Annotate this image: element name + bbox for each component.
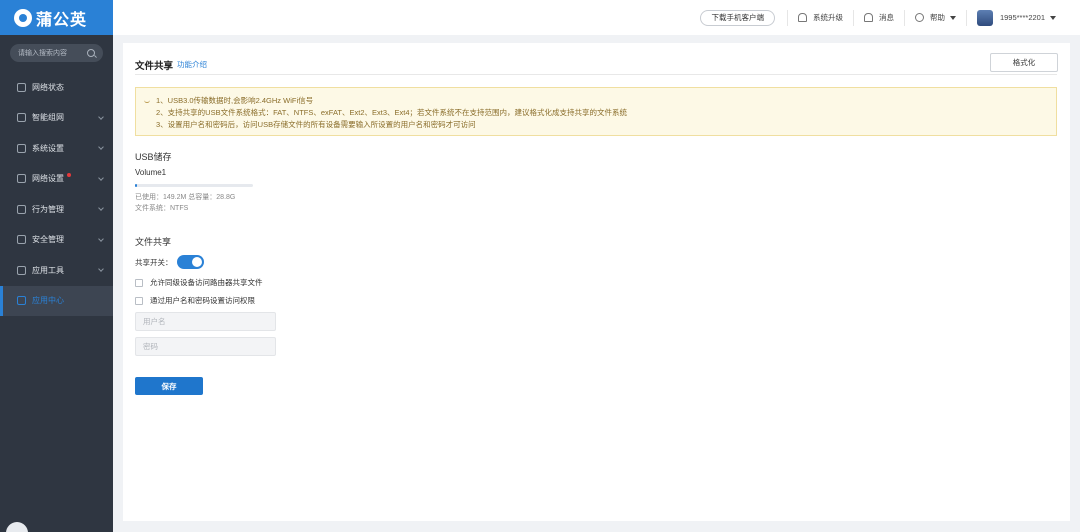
system-upgrade-button[interactable]: 系统升级: [786, 9, 853, 26]
volume-name: Volume1: [135, 168, 167, 177]
notice-line: 2、支持共享的USB文件系统格式：FAT、NTFS、exFAT、Ext2、Ext…: [156, 108, 628, 117]
filesystem-text: 文件系统：NTFS: [135, 205, 189, 212]
notice-line: 3、设置用户名和密码后，访问USB存储文件的所有设备需要输入所设置的用户名和密码…: [156, 120, 476, 129]
download-client-button[interactable]: 下载手机客户端: [700, 9, 775, 26]
help-menu[interactable]: 帮助: [903, 9, 966, 26]
menu-icon: [17, 113, 26, 123]
search-icon[interactable]: [87, 49, 95, 57]
share-toggle[interactable]: [176, 255, 204, 269]
format-button[interactable]: 格式化: [990, 53, 1058, 72]
sidebar-item[interactable]: 网络状态: [0, 72, 113, 103]
feature-intro-link[interactable]: 功能介绍: [177, 59, 207, 70]
main-card: 文件共享 功能介绍 格式化 1、USB3.0传输数据时,会影响2.4GHz Wi…: [123, 43, 1070, 521]
smile-icon: [144, 97, 150, 103]
menu-icon: [17, 204, 26, 214]
upgrade-label: 系统升级: [812, 13, 843, 22]
sidebar-item-label: 网络设置: [32, 174, 64, 184]
toggle-knob: [191, 257, 202, 267]
sidebar-item-label: 网络状态: [32, 82, 64, 92]
menu-icon: [17, 296, 26, 306]
top-bar: 下载手机客户端 系统升级 消息 帮助 1995****2201: [113, 0, 1080, 35]
user-menu[interactable]: 1995****2201: [965, 9, 1066, 26]
page-title: 文件共享: [135, 60, 174, 72]
username-field[interactable]: [135, 312, 276, 331]
chevron-down-icon[interactable]: [98, 113, 104, 120]
sidebar-item[interactable]: 智能组网: [0, 103, 113, 134]
sidebar-item[interactable]: 安全管理: [0, 225, 113, 256]
menu-icon: [17, 235, 26, 245]
sidebar: 蒲公英 请输入搜索内容 网络状态智能组网系统设置网络设置行为管理安全管理应用工具…: [0, 0, 113, 532]
logo-icon: [14, 8, 32, 27]
user-name: 1995****2201: [999, 13, 1045, 22]
chevron-down-icon[interactable]: [98, 266, 104, 272]
upgrade-icon: [797, 13, 807, 22]
chevron-down-icon[interactable]: [98, 205, 104, 211]
sidebar-item-label: 应用中心: [32, 296, 64, 306]
chevron-down-icon[interactable]: [98, 235, 104, 242]
notice-line: 1、USB3.0传输数据时,会影响2.4GHz WiFi信号: [156, 96, 314, 105]
sidebar-bottom-avatar: [6, 522, 28, 532]
caret-down-icon: [949, 15, 956, 20]
help-label: 帮助: [929, 13, 945, 22]
usage-text: 已使用：149.2M 总容量：28.8G: [135, 194, 236, 201]
usage-progress-fill: [135, 184, 137, 187]
auth-label: 通过用户名和密码设置访问权限: [150, 296, 255, 305]
sidebar-item-label: 安全管理: [32, 235, 64, 245]
allow-lan-checkbox[interactable]: [135, 278, 143, 287]
messages-button[interactable]: 消息: [852, 9, 904, 26]
save-button[interactable]: 保存: [135, 377, 203, 395]
sidebar-item[interactable]: 应用中心: [0, 285, 113, 316]
notice-box: 1、USB3.0传输数据时,会影响2.4GHz WiFi信号 2、支持共享的US…: [135, 87, 1057, 136]
password-field[interactable]: [135, 337, 276, 356]
allow-lan-option[interactable]: 允许同级设备访问路由器共享文件: [135, 277, 263, 288]
usb-section-title: USB储存: [135, 152, 172, 162]
bell-icon: [863, 13, 873, 22]
user-avatar: [976, 9, 993, 26]
messages-label: 消息: [878, 13, 894, 22]
caret-down-icon: [1050, 15, 1056, 20]
auth-option[interactable]: 通过用户名和密码设置访问权限: [135, 295, 255, 306]
sidebar-item-label: 行为管理: [32, 204, 64, 214]
sidebar-item[interactable]: 行为管理: [0, 194, 113, 225]
search-placeholder[interactable]: 请输入搜索内容: [18, 48, 67, 58]
help-icon: [914, 13, 924, 22]
notification-dot: [67, 172, 71, 177]
sidebar-item[interactable]: 应用工具: [0, 255, 113, 286]
sidebar-item[interactable]: 网络设置: [0, 164, 113, 195]
sidebar-item[interactable]: 系统设置: [0, 133, 113, 164]
share-section-title: 文件共享: [135, 237, 172, 247]
usage-progress-bar: [135, 184, 253, 187]
sidebar-item-label: 应用工具: [32, 265, 64, 275]
menu-icon: [17, 174, 26, 184]
share-toggle-label: 共享开关：: [135, 257, 173, 267]
sidebar-item-label: 智能组网: [32, 113, 64, 123]
share-toggle-row: 共享开关：: [135, 255, 204, 269]
allow-lan-label: 允许同级设备访问路由器共享文件: [150, 278, 263, 287]
sidebar-search[interactable]: 请输入搜索内容: [10, 44, 103, 62]
sidebar-item-label: 系统设置: [32, 143, 64, 153]
menu-icon: [17, 265, 26, 275]
brand-logo[interactable]: 蒲公英: [0, 0, 113, 35]
auth-checkbox[interactable]: [135, 296, 143, 305]
chevron-down-icon[interactable]: [98, 174, 104, 181]
card-header: 文件共享 功能介绍: [135, 55, 1057, 75]
brand-name: 蒲公英: [36, 11, 88, 29]
menu-icon: [17, 82, 26, 92]
menu-icon: [17, 143, 26, 153]
chevron-down-icon[interactable]: [98, 144, 104, 150]
